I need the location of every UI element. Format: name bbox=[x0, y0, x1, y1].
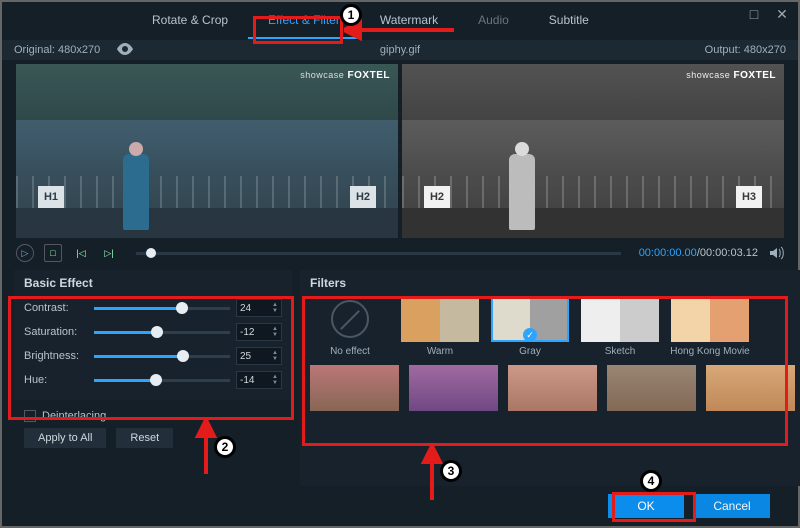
contrast-slider[interactable] bbox=[94, 307, 230, 310]
plate: H3 bbox=[736, 186, 762, 208]
basic-effect-panel: Basic Effect Contrast: 24▲▼ Saturation: … bbox=[14, 270, 292, 400]
maximize-button[interactable]: □ bbox=[744, 6, 764, 22]
next-frame-button[interactable]: ▷| bbox=[100, 244, 118, 262]
annotation-arrow-1 bbox=[344, 18, 464, 45]
plate: H2 bbox=[424, 186, 450, 208]
prev-frame-button[interactable]: |◁ bbox=[72, 244, 90, 262]
hue-label: Hue: bbox=[24, 374, 88, 386]
seek-bar[interactable] bbox=[136, 252, 621, 255]
filter-no-effect[interactable]: No effect bbox=[310, 296, 390, 357]
annotation-number-3: 3 bbox=[440, 460, 462, 482]
close-button[interactable]: ✕ bbox=[772, 6, 792, 22]
filter-item[interactable] bbox=[310, 365, 399, 411]
tab-subtitle[interactable]: Subtitle bbox=[529, 3, 609, 39]
tab-rotate-crop[interactable]: Rotate & Crop bbox=[132, 3, 248, 39]
annotation-arrow-3 bbox=[420, 446, 444, 509]
filter-hong-kong-movie[interactable]: Hong Kong Movie bbox=[670, 296, 750, 357]
saturation-value[interactable]: -12▲▼ bbox=[236, 323, 282, 341]
brightness-value[interactable]: 25▲▼ bbox=[236, 347, 282, 365]
contrast-value[interactable]: 24▲▼ bbox=[236, 299, 282, 317]
filter-item[interactable] bbox=[508, 365, 597, 411]
saturation-label: Saturation: bbox=[24, 326, 88, 338]
annotation-number-1: 1 bbox=[340, 4, 362, 26]
annotation-number-2: 2 bbox=[214, 436, 236, 458]
watermark-logo: showcase FOXTEL bbox=[300, 70, 390, 81]
hue-value[interactable]: -14▲▼ bbox=[236, 371, 282, 389]
left-lower: Deinterlacing Apply to All Reset bbox=[14, 400, 292, 448]
output-size-label: Output: 480x270 bbox=[705, 44, 786, 56]
filter-gray[interactable]: ✓Gray bbox=[490, 296, 570, 357]
play-button[interactable]: ▷ bbox=[16, 244, 34, 262]
plate: H2 bbox=[350, 186, 376, 208]
hue-slider[interactable] bbox=[94, 379, 230, 382]
contrast-label: Contrast: bbox=[24, 302, 88, 314]
annotation-number-4: 4 bbox=[640, 470, 662, 492]
filter-item[interactable] bbox=[607, 365, 696, 411]
tab-audio: Audio bbox=[458, 3, 529, 39]
deinterlacing-checkbox[interactable]: Deinterlacing bbox=[24, 410, 282, 422]
transport-bar: ▷ □ |◁ ▷| 00:00:00.00/00:00:03.12 bbox=[2, 238, 798, 268]
brightness-slider[interactable] bbox=[94, 355, 230, 358]
apply-to-all-button[interactable]: Apply to All bbox=[24, 428, 106, 448]
original-size-label: Original: 480x270 bbox=[14, 44, 100, 56]
preview-output: H2 H3 showcase FOXTEL bbox=[402, 64, 784, 238]
app-window: Rotate & Crop Effect & Filter Watermark … bbox=[0, 0, 800, 528]
basic-effect-title: Basic Effect bbox=[24, 276, 282, 290]
time-display: 00:00:00.00/00:00:03.12 bbox=[639, 247, 758, 259]
preview-toggle-icon[interactable] bbox=[116, 43, 134, 58]
check-icon: ✓ bbox=[523, 328, 537, 342]
watermark-logo: showcase FOXTEL bbox=[686, 70, 776, 81]
cancel-button[interactable]: Cancel bbox=[694, 494, 770, 518]
volume-icon[interactable] bbox=[768, 245, 784, 261]
saturation-slider[interactable] bbox=[94, 331, 230, 334]
filters-panel: Filters No effect Warm ✓Gray Sketch Hong… bbox=[300, 270, 800, 486]
plate: H1 bbox=[38, 186, 64, 208]
preview-area: H1 H2 showcase FOXTEL H2 H3 showcase FOX… bbox=[2, 60, 798, 238]
brightness-label: Brightness: bbox=[24, 350, 88, 362]
ok-button[interactable]: OK bbox=[608, 494, 684, 518]
filter-sketch[interactable]: Sketch bbox=[580, 296, 660, 357]
footer: OK Cancel bbox=[2, 486, 798, 526]
filter-item[interactable] bbox=[409, 365, 498, 411]
filters-title: Filters bbox=[310, 276, 795, 290]
filename-label: giphy.gif bbox=[380, 44, 420, 56]
reset-button[interactable]: Reset bbox=[116, 428, 173, 448]
filter-item[interactable] bbox=[706, 365, 795, 411]
stop-button[interactable]: □ bbox=[44, 244, 62, 262]
preview-original: H1 H2 showcase FOXTEL bbox=[16, 64, 398, 238]
no-effect-icon bbox=[331, 300, 369, 338]
filter-warm[interactable]: Warm bbox=[400, 296, 480, 357]
